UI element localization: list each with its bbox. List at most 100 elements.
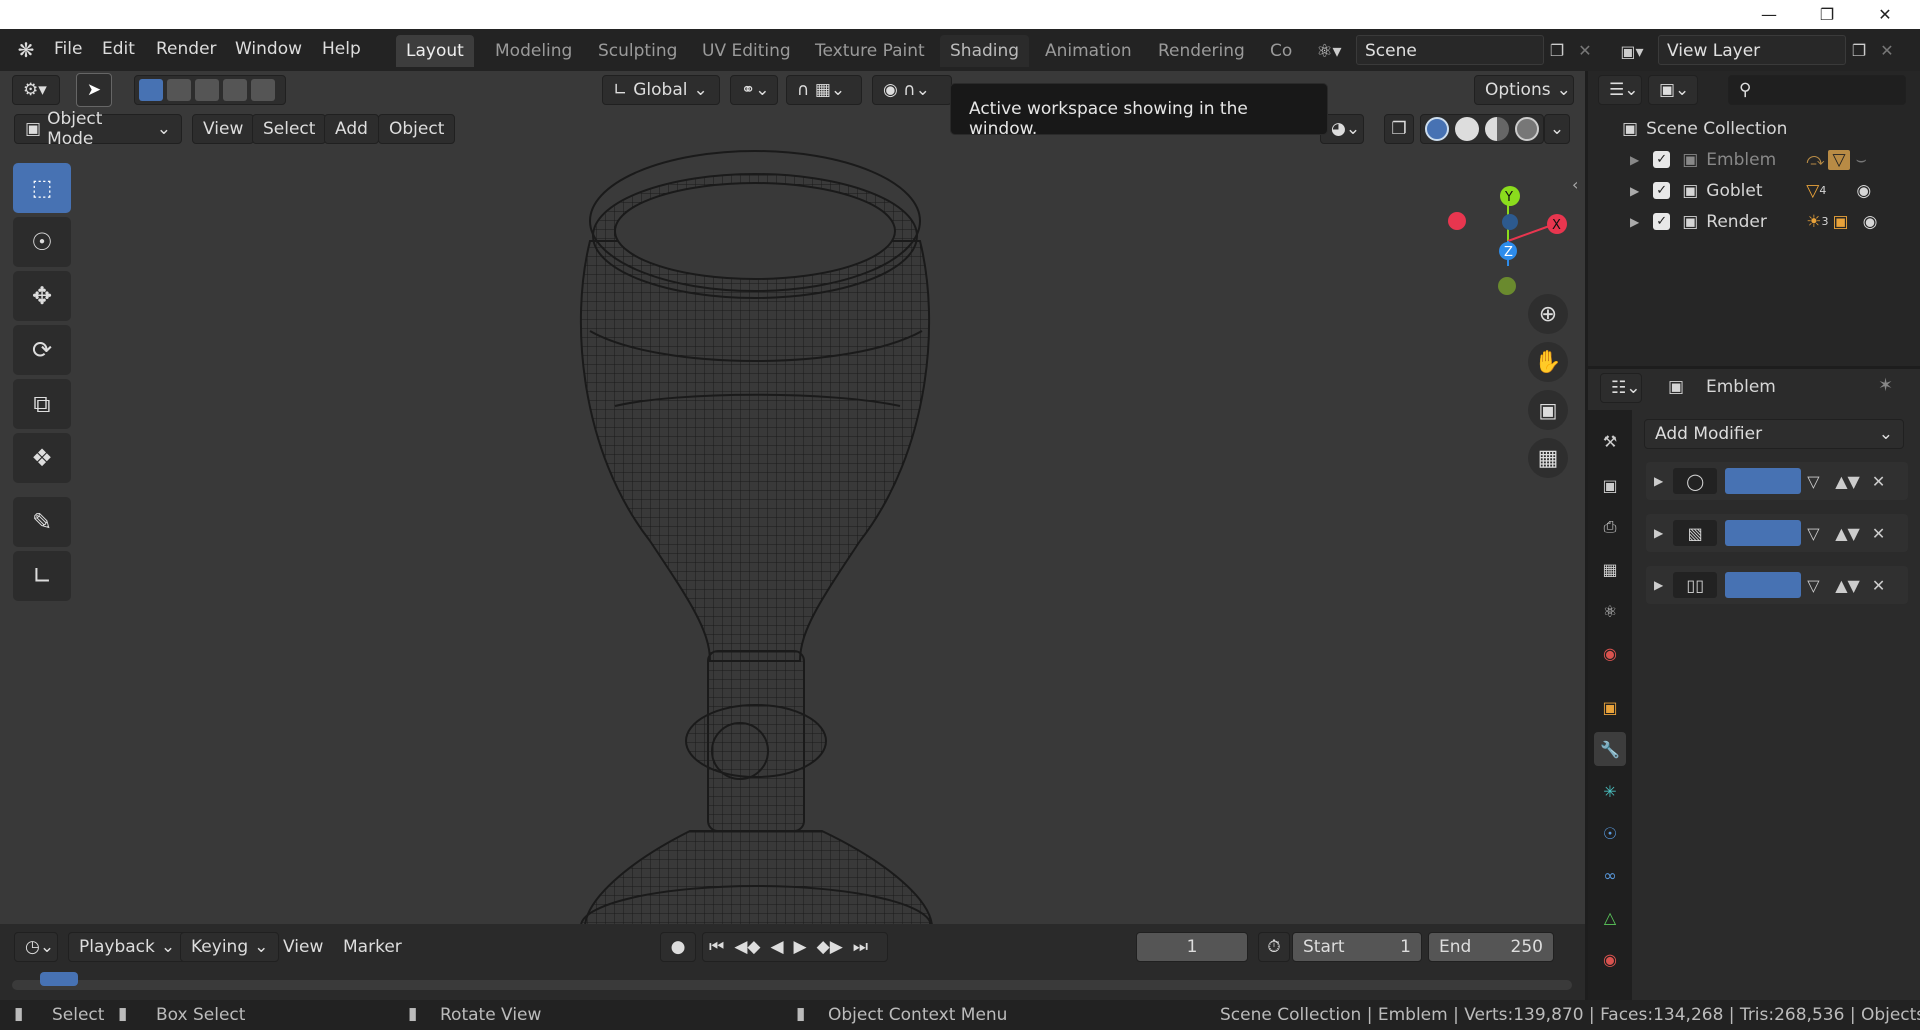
rotate-tool[interactable]: ⟳	[13, 325, 71, 375]
tab-physics[interactable]: ☉	[1594, 816, 1626, 850]
hidden-icon[interactable]: ⌣	[1856, 150, 1867, 170]
outliner-item-render[interactable]: ▶ ✓ ▣ Render ☀ 3 ▣ ◉	[1588, 206, 1920, 237]
prev-keyframe-icon[interactable]: ◀◆	[734, 937, 760, 957]
camera-view-button[interactable]: ▣	[1528, 390, 1568, 430]
play-reverse-icon[interactable]: ◀	[770, 937, 783, 957]
modifier-row-subdivision[interactable]: ▶ ◯ ▽ ▲▼ ✕	[1646, 462, 1908, 500]
tab-scene[interactable]: ⚛	[1594, 594, 1626, 628]
current-frame-field[interactable]: 1	[1136, 932, 1248, 962]
include-checkbox[interactable]: ✓	[1653, 213, 1671, 230]
perspective-toggle-button[interactable]: ▦	[1528, 438, 1568, 478]
move-up-down-icon[interactable]: ▲▼	[1835, 524, 1860, 543]
tab-layout[interactable]: Layout	[396, 35, 474, 67]
start-frame-field[interactable]: Start 1	[1292, 932, 1422, 962]
3d-viewport[interactable]: ⚙▾ ➤ ∟ Global ⌄ ⚭⌄ ∩ ▦⌄ ◉ ∩⌄ Options ⌄ ▣ Obj…	[0, 71, 1585, 941]
wireframe-shading-icon[interactable]	[1425, 117, 1449, 141]
tab-output[interactable]: ⎙	[1594, 510, 1626, 544]
scene-collection-row[interactable]: ▣ Scene Collection	[1588, 113, 1920, 144]
pan-view-button[interactable]: ✋	[1528, 342, 1568, 382]
keying-dropdown[interactable]: Keying ⌄	[180, 932, 280, 962]
blender-logo-icon[interactable]: ❋	[12, 37, 40, 63]
modifier-visibility-toggles[interactable]	[1725, 572, 1802, 598]
display-mode-dropdown[interactable]: ▣⌄	[1648, 75, 1698, 105]
tab-uv-editing[interactable]: UV Editing	[692, 35, 801, 67]
outliner-item-emblem[interactable]: ▶ ✓ ▣ Emblem ⤼ ▽ ⌣	[1588, 144, 1920, 175]
selection-mode-group[interactable]	[134, 75, 286, 105]
menu-object[interactable]: Object	[378, 114, 456, 144]
tab-particles[interactable]: ✳	[1594, 774, 1626, 808]
expand-arrow-icon[interactable]: ▶	[1630, 153, 1639, 167]
edit-mode-icon[interactable]: ▽	[1807, 524, 1831, 543]
mode-dropdown[interactable]: ▣ Object Mode ⌄	[14, 109, 182, 149]
cursor-tool[interactable]: ☉	[13, 217, 71, 267]
view-layer-field[interactable]: View Layer	[1658, 35, 1846, 65]
select-subtract-icon[interactable]	[195, 79, 219, 101]
tab-shading[interactable]: Shading	[940, 35, 1030, 67]
pin-icon[interactable]: ✶	[1878, 375, 1893, 396]
include-checkbox[interactable]: ✓	[1653, 151, 1671, 168]
select-mode-tool-button[interactable]: ➤	[76, 73, 112, 107]
timeline[interactable]: ◷⌄ Playback ⌄ Keying ⌄ View Marker ● ⏮ ◀◆ …	[0, 924, 1585, 1000]
next-keyframe-icon[interactable]: ◆▶	[817, 937, 843, 957]
end-frame-field[interactable]: End 250	[1428, 932, 1554, 962]
modifier-row-lattice[interactable]: ▶ ▧ ▽ ▲▼ ✕	[1646, 514, 1908, 552]
outliner-item-goblet[interactable]: ▶ ✓ ▣ Goblet ▽ 4 ◉	[1588, 175, 1920, 206]
scene-icon[interactable]: ⚛▾	[1310, 37, 1348, 65]
shading-options-dropdown[interactable]: ⌄	[1544, 114, 1570, 144]
transform-tool[interactable]: ❖	[13, 433, 71, 483]
new-view-layer-icon[interactable]: ❐	[1846, 35, 1872, 65]
rendered-shading-icon[interactable]	[1515, 117, 1539, 141]
tab-modifiers[interactable]: 🔧	[1594, 732, 1626, 766]
eye-icon[interactable]: ◉	[1856, 181, 1871, 201]
tab-compositing[interactable]: Co	[1260, 35, 1302, 67]
timeline-view-menu[interactable]: View	[272, 932, 334, 962]
timeline-marker-menu[interactable]: Marker	[332, 932, 413, 962]
playback-dropdown[interactable]: Playback ⌄	[68, 932, 187, 962]
select-box-tool[interactable]: ⬚	[13, 163, 71, 213]
tab-world[interactable]: ◉	[1594, 636, 1626, 670]
close-icon[interactable]: ✕	[1856, 0, 1914, 29]
select-intersect-icon[interactable]	[251, 79, 275, 101]
tab-rendering[interactable]: Rendering	[1148, 35, 1255, 67]
record-button[interactable]: ●	[660, 932, 696, 962]
restore-icon[interactable]: ❐	[1798, 0, 1856, 29]
select-extend-icon[interactable]	[167, 79, 191, 101]
scale-tool[interactable]: ⧉	[13, 379, 71, 429]
expand-arrow-icon[interactable]: ▶	[1630, 184, 1639, 198]
tab-texture-paint[interactable]: Texture Paint	[805, 35, 935, 67]
view-layer-icon[interactable]: ▣▾	[1612, 37, 1652, 65]
shading-mode-group[interactable]	[1420, 114, 1544, 144]
minimize-icon[interactable]: —	[1740, 0, 1798, 29]
tab-sculpting[interactable]: Sculpting	[588, 35, 687, 67]
transform-orientation-dropdown[interactable]: ∟ Global ⌄	[602, 75, 720, 105]
menu-window[interactable]: Window	[229, 37, 308, 63]
jump-end-icon[interactable]: ⏭	[853, 937, 868, 957]
properties-editor-type[interactable]: ☷⌄	[1600, 373, 1642, 403]
edit-mode-icon[interactable]: ▽	[1807, 576, 1831, 595]
eye-icon[interactable]: ◉	[1863, 212, 1878, 232]
expand-arrow-icon[interactable]: ▶	[1654, 526, 1663, 540]
move-up-down-icon[interactable]: ▲▼	[1835, 472, 1860, 491]
goblet-mesh[interactable]	[560, 121, 960, 941]
proportional-editing-toggle[interactable]: ◉ ∩⌄	[872, 75, 952, 105]
annotate-tool[interactable]: ✎	[13, 497, 71, 547]
editor-type-button[interactable]: ⚙▾	[12, 75, 60, 105]
move-tool[interactable]: ✥	[13, 271, 71, 321]
modifier-row-array[interactable]: ▶ ▯▯ ▽ ▲▼ ✕	[1646, 566, 1908, 604]
menu-render[interactable]: Render	[150, 37, 223, 63]
scene-field[interactable]: Scene	[1356, 35, 1544, 65]
menu-view[interactable]: View	[192, 114, 255, 144]
tab-constraints[interactable]: ∞	[1594, 858, 1626, 892]
pivot-point-dropdown[interactable]: ⚭⌄	[730, 75, 778, 105]
tab-tool[interactable]: ⚒	[1594, 424, 1626, 458]
select-new-icon[interactable]	[139, 79, 163, 101]
delete-view-layer-icon[interactable]: ✕	[1876, 35, 1898, 65]
modifier-visibility-toggles[interactable]	[1725, 468, 1802, 494]
tab-object[interactable]: ▣	[1594, 690, 1626, 724]
new-scene-icon[interactable]: ❐	[1544, 35, 1570, 65]
menu-edit[interactable]: Edit	[96, 37, 141, 63]
menu-file[interactable]: File	[48, 37, 88, 63]
zoom-view-button[interactable]: ⊕	[1528, 294, 1568, 334]
delete-scene-icon[interactable]: ✕	[1574, 35, 1596, 65]
tab-modeling[interactable]: Modeling	[485, 35, 582, 67]
